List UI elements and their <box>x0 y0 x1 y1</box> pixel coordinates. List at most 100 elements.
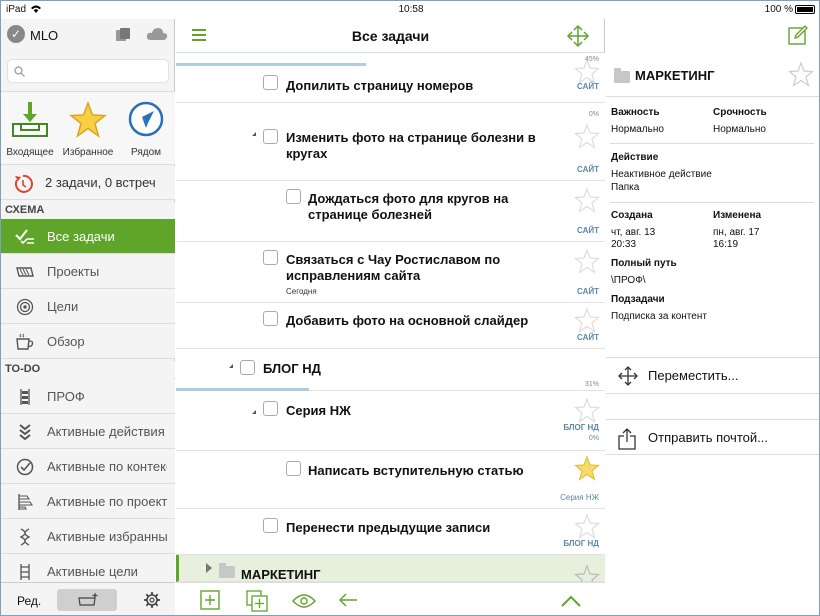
importance-label: Важность <box>611 107 660 118</box>
subtasks-value[interactable]: Подписка за контент <box>611 310 707 323</box>
sidebar-item-label: Цели <box>47 299 79 314</box>
task-checkbox[interactable] <box>263 311 278 326</box>
sidebar-item-label: Активные избранные <box>47 529 167 544</box>
context-label: БЛОГ НД <box>563 539 599 548</box>
sidebar-item-label: Обзор <box>47 334 85 349</box>
nearby-button[interactable]: Рядом <box>117 94 175 164</box>
clock-refresh-icon <box>14 174 33 193</box>
app-logo-icon[interactable]: ✓ <box>7 25 25 43</box>
list-item[interactable]: Допилить страницу номеров 45% САЙТ <box>176 53 605 103</box>
app-window: iPad 10:58 100 % ✓ MLO Входящее Избранно… <box>0 0 820 616</box>
list-item[interactable]: Серия НЖ БЛОГ НД 0% <box>176 391 605 451</box>
sidebar-item-label: Активные по проектам <box>47 494 167 509</box>
sidebar-item-label: Активные по контексту <box>47 459 167 474</box>
list-item[interactable]: Перенести предыдущие записи БЛОГ НД <box>176 509 605 555</box>
sidebar-item-review[interactable]: Обзор <box>1 324 175 359</box>
task-title: Допилить страницу номеров <box>286 78 474 93</box>
star-icon[interactable] <box>574 248 600 274</box>
task-checkbox[interactable] <box>240 360 255 375</box>
sidebar-item-label: ПРОФ <box>47 389 85 404</box>
search-input[interactable] <box>30 63 165 80</box>
add-task-icon[interactable] <box>200 590 220 610</box>
folder-icon <box>219 563 235 578</box>
sidebar-item-active-favorites[interactable]: Активные избранные <box>1 519 175 554</box>
search-field[interactable] <box>7 59 169 83</box>
move-button[interactable]: Переместить... <box>606 357 819 393</box>
sidebar-header: ✓ MLO <box>1 19 175 53</box>
path-value: \ПРОФ\ <box>611 275 646 286</box>
dna-icon <box>19 528 31 546</box>
star-icon[interactable] <box>574 513 600 539</box>
favorites-button[interactable]: Избранное <box>59 94 117 164</box>
task-checkbox[interactable] <box>263 401 278 416</box>
task-checkbox[interactable] <box>286 189 301 204</box>
chevron-up-icon[interactable] <box>561 595 581 607</box>
edit-button[interactable]: Ред. <box>17 594 41 608</box>
task-checkbox[interactable] <box>263 75 278 90</box>
star-icon[interactable] <box>574 397 600 423</box>
favorites-label: Избранное <box>62 147 114 158</box>
list-item[interactable]: Написать вступительную статью Серия НЖ <box>176 451 605 509</box>
context-label: САЙТ <box>577 287 599 296</box>
cloud-icon[interactable] <box>146 27 168 41</box>
add-subtask-icon[interactable] <box>246 590 268 612</box>
project-title: БЛОГ НД <box>263 361 321 376</box>
eye-icon[interactable] <box>292 593 316 609</box>
urgency-value[interactable]: Нормально <box>713 123 766 136</box>
task-checkbox[interactable] <box>263 250 278 265</box>
folder-row-selected[interactable]: МАРКЕТИНГ <box>176 555 605 590</box>
context-label: САЙТ <box>577 165 599 174</box>
star-icon[interactable] <box>788 61 814 87</box>
path-label: Полный путь <box>611 258 677 269</box>
task-title: Написать вступительную статью <box>308 463 524 478</box>
star-icon[interactable] <box>574 455 600 481</box>
gear-icon[interactable] <box>143 591 161 609</box>
edit-icon[interactable] <box>788 25 808 45</box>
copy-icon[interactable] <box>115 27 131 43</box>
search-icon <box>14 66 25 77</box>
star-icon[interactable] <box>574 187 600 213</box>
move-arrows-icon[interactable] <box>567 25 589 47</box>
progress-bar <box>176 63 366 66</box>
stats-row[interactable]: 2 задачи, 0 встреч <box>1 166 175 200</box>
action-type-value: Папка <box>611 182 640 193</box>
expand-triangle[interactable] <box>248 132 256 136</box>
inbox-icon <box>12 102 48 137</box>
inbox-button[interactable]: Входящее <box>1 94 59 164</box>
sidebar-item-active-actions[interactable]: Активные действия <box>1 414 175 449</box>
expand-triangle[interactable] <box>248 410 256 414</box>
list-item[interactable]: Дождаться фото для кругов на странице бо… <box>176 181 605 242</box>
task-checkbox[interactable] <box>263 518 278 533</box>
status-bar: iPad 10:58 100 % <box>1 1 819 19</box>
sidebar-item-projects[interactable]: Проекты <box>1 254 175 289</box>
projects-icon <box>16 267 34 277</box>
action-value[interactable]: Неактивное действие <box>611 168 712 181</box>
back-arrow-icon[interactable] <box>338 593 358 607</box>
sidebar-item-active-goals[interactable]: Активные цели <box>1 554 175 582</box>
project-row[interactable]: БЛОГ НД 31% <box>176 349 605 391</box>
sidebar-item-active-by-project[interactable]: Активные по проектам <box>1 484 175 519</box>
task-checkbox[interactable] <box>286 461 301 476</box>
sidebar-item-prof[interactable]: ПРОФ <box>1 379 175 414</box>
star-icon[interactable] <box>574 307 600 333</box>
new-folder-button[interactable] <box>57 589 117 611</box>
importance-value[interactable]: Нормально <box>611 123 664 136</box>
list-item[interactable]: Добавить фото на основной слайдер САЙТ <box>176 303 605 349</box>
sidebar-item-all-tasks[interactable]: Все задачи <box>1 219 175 254</box>
created-time: 20:33 <box>611 239 637 250</box>
send-mail-button[interactable]: Отправить почтой... <box>606 419 819 455</box>
sidebar-item-active-by-context[interactable]: Активные по контексту <box>1 449 175 484</box>
collapse-triangle[interactable] <box>206 563 212 573</box>
expand-triangle[interactable] <box>225 364 233 368</box>
sidebar: ✓ MLO Входящее Избранное Рядом 2 задачи,… <box>1 19 175 615</box>
task-title: Связаться с Чау Ростиславом по исправлен… <box>286 252 501 283</box>
sidebar-item-label: Активные цели <box>47 564 138 579</box>
list-item[interactable]: 0% Изменить фото на странице болезни в к… <box>176 103 605 181</box>
folder-title: МАРКЕТИНГ <box>241 567 321 582</box>
task-checkbox[interactable] <box>263 129 278 144</box>
sidebar-item-goals[interactable]: Цели <box>1 289 175 324</box>
abacus-icon <box>20 389 30 405</box>
list-item[interactable]: Связаться с Чау Ростиславом по исправлен… <box>176 242 605 303</box>
task-title: Добавить фото на основной слайдер <box>286 313 529 328</box>
star-icon[interactable] <box>574 123 600 149</box>
